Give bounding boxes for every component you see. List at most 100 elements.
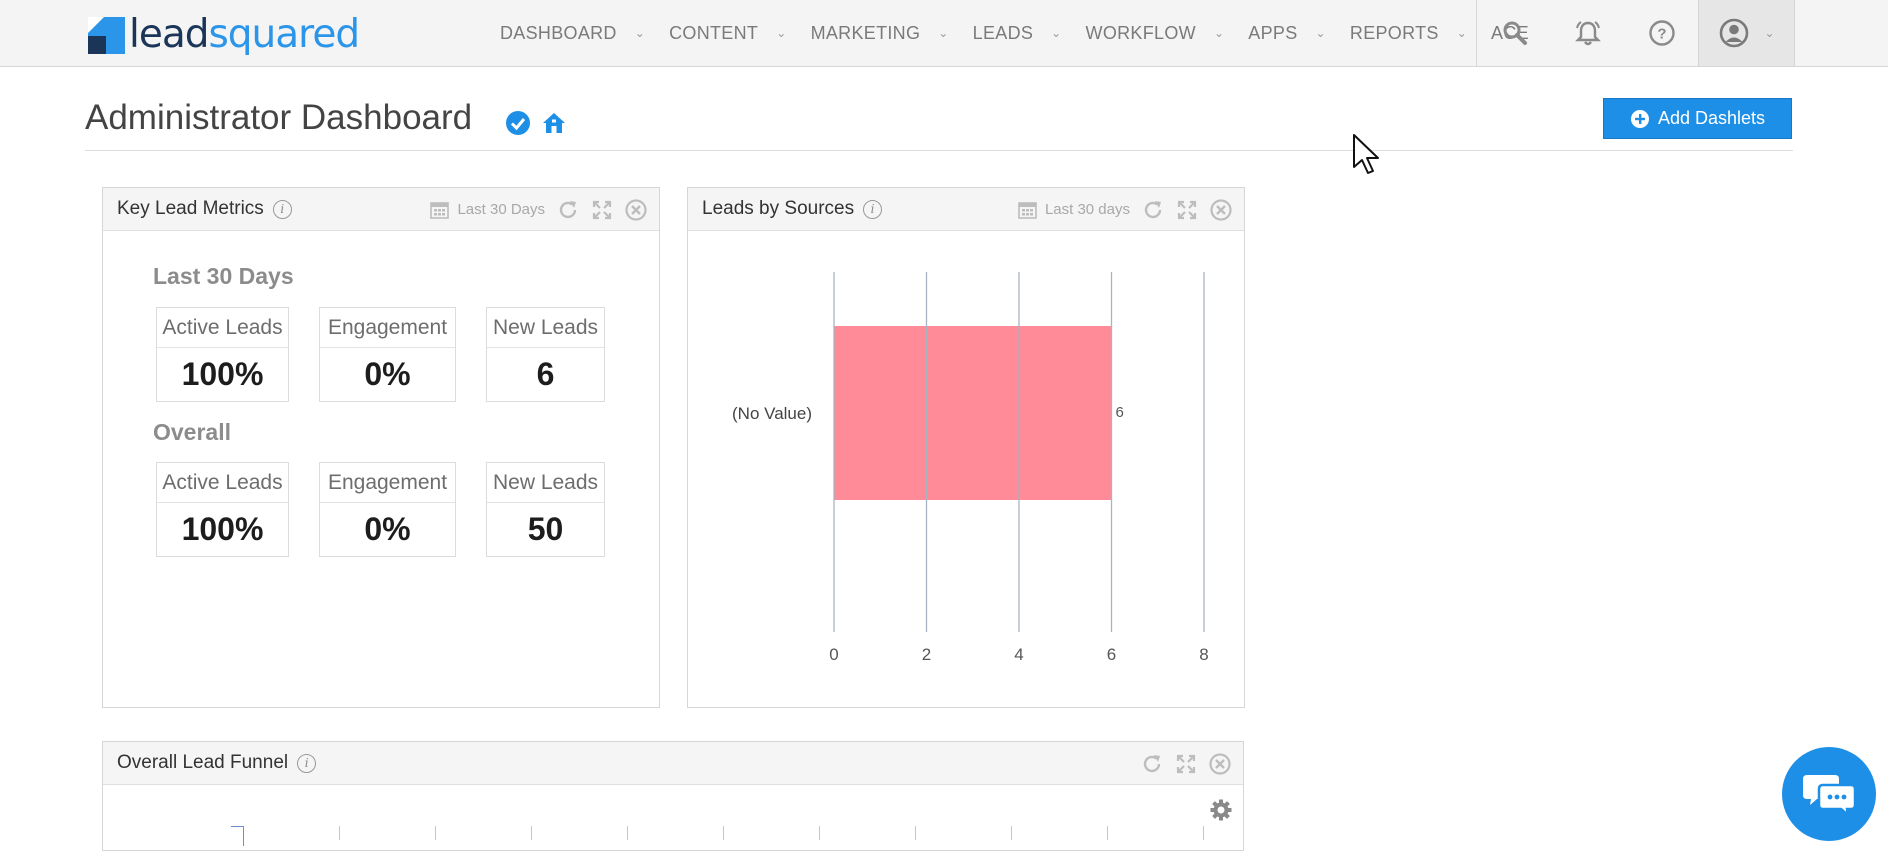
funnel-grid-line <box>1203 826 1204 840</box>
overall-lead-funnel-dashlet: Overall Lead Funnel i <box>102 741 1244 851</box>
chevron-down-icon[interactable]: ⌄ <box>1051 26 1061 40</box>
title-icons <box>505 110 567 136</box>
metric-active-leads-30d: Active Leads 100% <box>156 307 289 402</box>
dashlet-tools: Last 30 days <box>1018 188 1232 231</box>
search-icon[interactable] <box>1485 0 1545 66</box>
chevron-down-icon[interactable]: ⌄ <box>1214 26 1224 40</box>
dashlet-title: Key Lead Metrics <box>117 198 264 219</box>
date-range-filter[interactable]: Last 30 Days <box>430 200 545 219</box>
maximize-icon[interactable] <box>1176 199 1198 221</box>
metric-new-leads-overall: New Leads 50 <box>486 462 605 557</box>
metric-label: Engagement <box>320 463 455 503</box>
bar <box>834 326 1112 500</box>
chevron-down-icon[interactable]: ⌄ <box>635 26 645 40</box>
home-icon[interactable] <box>541 110 567 136</box>
metric-value: 0% <box>364 356 411 392</box>
title-divider <box>85 150 1793 151</box>
nav-item-label: LEADS <box>972 22 1034 43</box>
info-icon[interactable]: i <box>297 753 317 773</box>
logo-wordmark: leadsquared <box>129 12 360 57</box>
funnel-grid-line <box>435 826 436 840</box>
logo-mark-icon <box>88 17 125 54</box>
dashlet-header: Leads by Sources i Last 30 days <box>688 188 1244 231</box>
nav-item-apps[interactable]: APPS ⌄ <box>1248 23 1326 44</box>
nav-item-reports[interactable]: REPORTS ⌄ <box>1350 23 1467 44</box>
chevron-down-icon[interactable]: ⌄ <box>938 26 948 40</box>
refresh-icon[interactable] <box>1141 753 1163 775</box>
metric-label: Active Leads <box>157 463 288 503</box>
nav-item-label: WORKFLOW <box>1085 22 1196 43</box>
calendar-icon <box>430 202 450 219</box>
x-tick-label: 8 <box>1199 645 1208 664</box>
chat-icon <box>1803 775 1857 817</box>
calendar-icon <box>1018 202 1037 219</box>
x-tick-label: 4 <box>1014 645 1023 664</box>
nav-item-label: REPORTS <box>1349 22 1439 43</box>
settings-gear-icon[interactable] <box>1209 798 1233 822</box>
funnel-axis <box>243 826 244 846</box>
chevron-down-icon[interactable]: ⌄ <box>776 26 786 40</box>
nav-item-workflow[interactable]: WORKFLOW ⌄ <box>1086 23 1225 44</box>
funnel-grid-line <box>819 826 820 840</box>
maximize-icon[interactable] <box>1175 753 1197 775</box>
close-icon[interactable] <box>1210 198 1232 221</box>
plus-circle-icon <box>1630 109 1649 128</box>
nav-item-label: APPS <box>1248 22 1298 43</box>
top-navigation-bar: leadsquared DASHBOARD ⌄ CONTENT ⌄ MARKETING ⌄… <box>0 0 1888 67</box>
metric-label: New Leads <box>487 308 604 348</box>
x-tick-label: 0 <box>829 645 838 664</box>
dashlet-header: Overall Lead Funnel i <box>103 742 1243 785</box>
chat-widget-button[interactable] <box>1782 747 1876 841</box>
dashlet-title: Leads by Sources <box>702 198 855 219</box>
nav-item-leads[interactable]: LEADS ⌄ <box>973 23 1062 44</box>
chevron-down-icon: ⌄ <box>1764 26 1775 40</box>
help-icon[interactable]: ? <box>1632 0 1692 66</box>
date-range-label: Last 30 days <box>1044 201 1130 218</box>
metric-value: 100% <box>181 356 264 392</box>
add-dashlets-label: Add Dashlets <box>1657 108 1766 128</box>
svg-text:?: ? <box>1657 26 1666 43</box>
dashlet-header: Key Lead Metrics i Last 30 Days <box>103 188 659 231</box>
metric-label: Engagement <box>320 308 455 348</box>
account-icon <box>1720 18 1749 48</box>
refresh-icon[interactable] <box>1142 199 1164 221</box>
dashlet-title: Overall Lead Funnel <box>117 752 289 773</box>
notifications-icon[interactable] <box>1558 0 1618 66</box>
metric-value: 6 <box>536 356 555 392</box>
add-dashlets-button[interactable]: Add Dashlets <box>1603 98 1792 139</box>
nav-item-content[interactable]: CONTENT ⌄ <box>669 23 786 44</box>
metric-engagement-30d: Engagement 0% <box>319 307 456 402</box>
category-label: (No Value) <box>732 404 812 423</box>
info-icon[interactable]: i <box>272 199 292 219</box>
metric-new-leads-30d: New Leads 6 <box>486 307 605 402</box>
metric-label: Active Leads <box>157 308 288 348</box>
refresh-icon[interactable] <box>557 199 579 221</box>
account-menu[interactable]: ⌄ <box>1698 0 1795 66</box>
mouse-cursor-icon <box>1353 134 1379 174</box>
funnel-grid-line <box>627 826 628 840</box>
chevron-down-icon[interactable]: ⌄ <box>1316 26 1326 40</box>
nav-item-label: DASHBOARD <box>500 22 617 43</box>
overall-heading: Overall <box>153 419 231 445</box>
default-dashboard-check-icon[interactable] <box>505 110 531 136</box>
maximize-icon[interactable] <box>591 199 613 221</box>
funnel-chart-area <box>231 824 1231 854</box>
chevron-down-icon[interactable]: ⌄ <box>1457 26 1467 40</box>
date-range-filter[interactable]: Last 30 days <box>1018 200 1130 219</box>
metric-value: 50 <box>527 511 564 547</box>
leads-by-sources-chart: (No Value) 6 0 2 4 6 8 <box>732 272 1209 664</box>
main-menu: DASHBOARD ⌄ CONTENT ⌄ MARKETING ⌄ LEADS ⌄ WORKFL… <box>500 0 1553 66</box>
leads-by-sources-dashlet: Leads by Sources i Last 30 days (No Valu… <box>687 187 1245 708</box>
close-icon[interactable] <box>1209 752 1231 775</box>
funnel-grid-line <box>531 826 532 840</box>
funnel-grid-line <box>1011 826 1012 840</box>
nav-item-label: CONTENT <box>669 22 759 43</box>
leadsquared-logo[interactable]: leadsquared <box>88 12 360 57</box>
nav-item-dashboard[interactable]: DASHBOARD ⌄ <box>500 23 645 44</box>
nav-item-marketing[interactable]: MARKETING ⌄ <box>811 23 949 44</box>
close-icon[interactable] <box>625 198 647 221</box>
last-30-days-heading: Last 30 Days <box>153 263 294 289</box>
x-tick-label: 2 <box>922 645 931 664</box>
info-icon[interactable]: i <box>863 199 883 219</box>
x-tick-label: 6 <box>1107 645 1116 664</box>
